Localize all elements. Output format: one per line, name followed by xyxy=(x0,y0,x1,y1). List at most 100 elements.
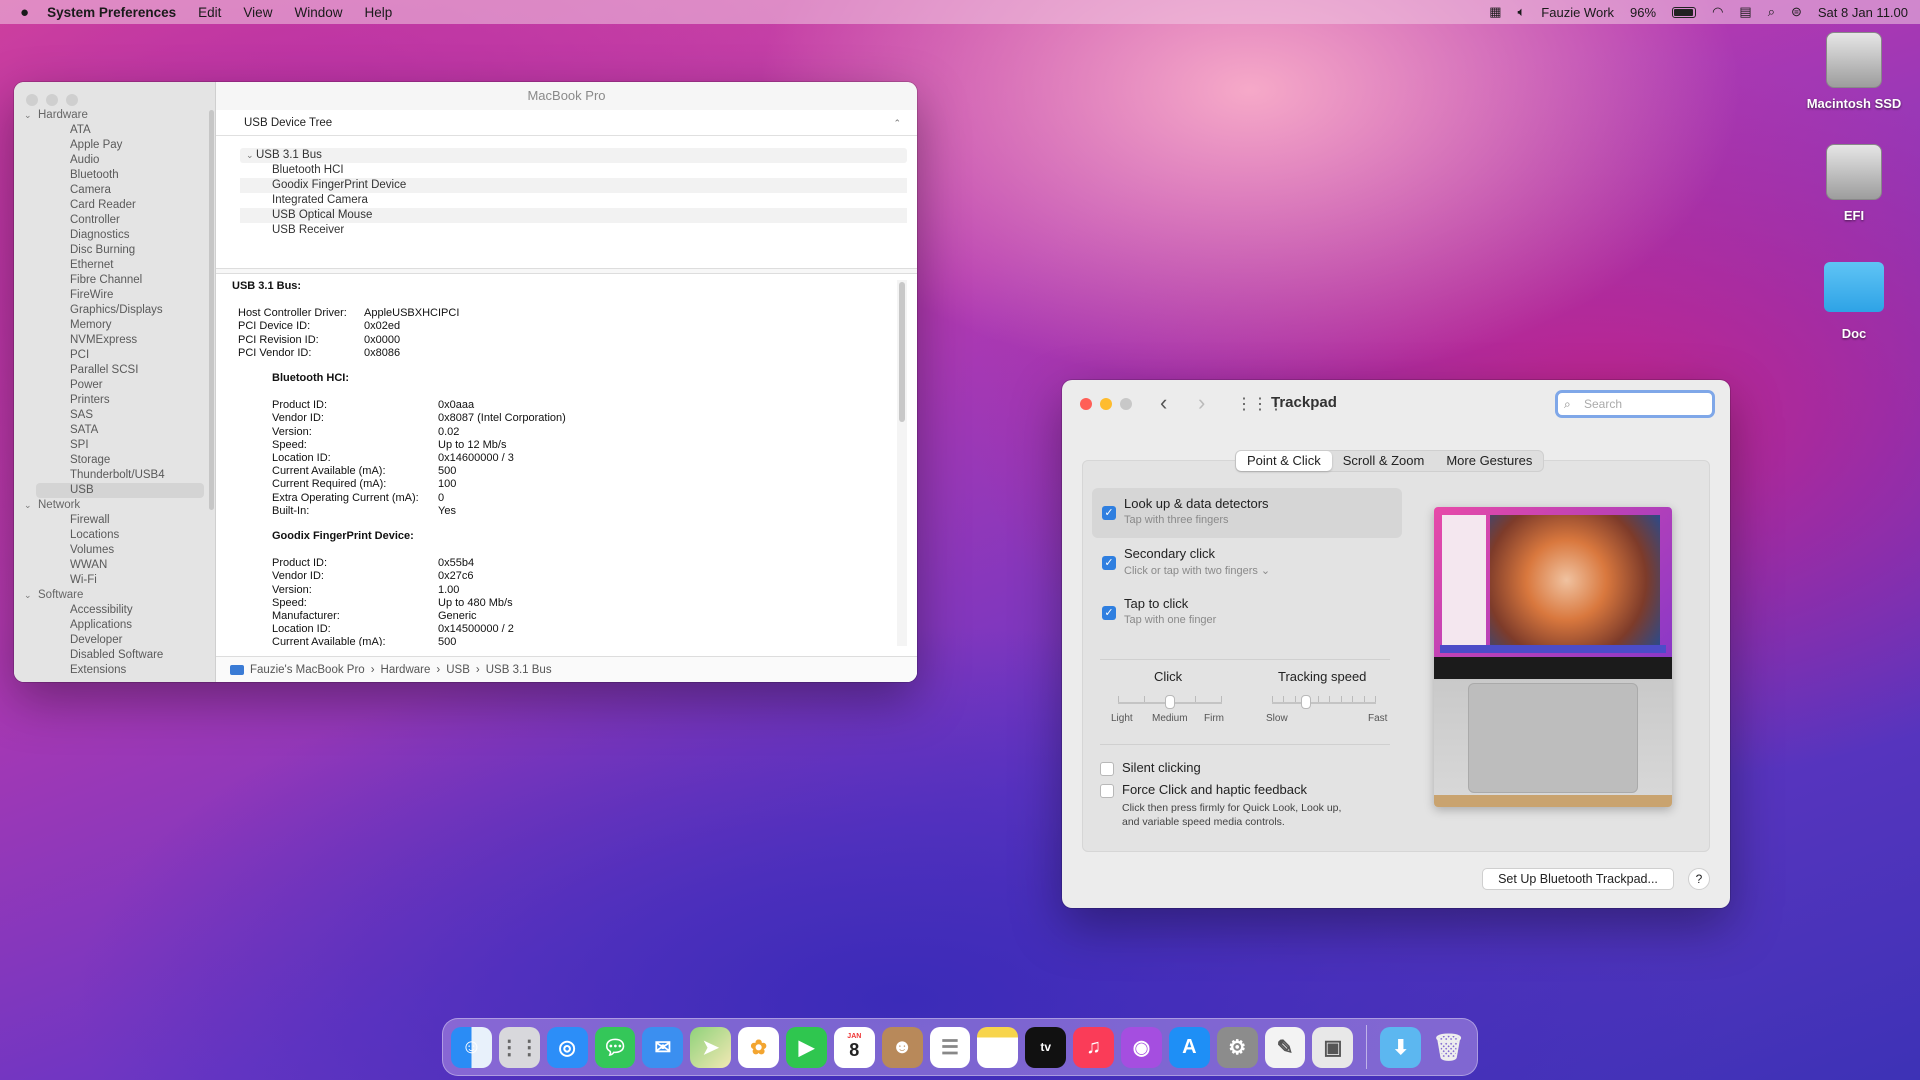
sidebar-item-storage[interactable]: Storage xyxy=(24,453,204,468)
path-item[interactable]: USB 3.1 Bus xyxy=(486,657,552,683)
zoom-button[interactable] xyxy=(1120,398,1132,410)
sidebar-group-software[interactable]: ⌄ Software xyxy=(24,588,204,603)
option-tap-to-click[interactable]: ✓ Tap to click Tap with one finger xyxy=(1092,588,1402,638)
usb-device-row[interactable]: Bluetooth HCI xyxy=(240,163,907,178)
reminders-icon[interactable]: ☰ xyxy=(929,1026,971,1068)
sidebar-item-thunderbolt-usb4[interactable]: Thunderbolt/USB4 xyxy=(24,468,204,483)
tab-more-gestures[interactable]: More Gestures xyxy=(1435,451,1543,471)
option-subtitle[interactable]: Click or tap with two fingers ⌄ xyxy=(1124,564,1270,577)
sidebar-item-disabled-software[interactable]: Disabled Software xyxy=(24,648,204,663)
sidebar-item-ata[interactable]: ATA xyxy=(24,123,204,138)
sidebar-item-controller[interactable]: Controller xyxy=(24,213,204,228)
chevron-down-icon[interactable]: ⌄ xyxy=(24,108,34,123)
sidebar-item-apple-pay[interactable]: Apple Pay xyxy=(24,138,204,153)
spotlight-icon[interactable]: ⌕ xyxy=(1768,4,1775,20)
control-center-icon[interactable]: ⊜ xyxy=(1791,4,1802,20)
sidebar-item-ethernet[interactable]: Ethernet xyxy=(24,258,204,273)
datetime[interactable]: Sat 8 Jan 11.00 xyxy=(1818,5,1908,20)
activity-monitor-icon[interactable]: ▦ xyxy=(1489,4,1501,20)
sidebar-item-fibre-channel[interactable]: Fibre Channel xyxy=(24,273,204,288)
sidebar-item-firewire[interactable]: FireWire xyxy=(24,288,204,303)
usb-tree-header[interactable]: USB Device Tree ⌃ xyxy=(216,110,917,136)
details-scrollbar[interactable] xyxy=(899,282,905,422)
usb-device-row[interactable]: USB Optical Mouse xyxy=(240,208,907,223)
minimize-button[interactable] xyxy=(46,94,58,106)
sidebar-item-disc-burning[interactable]: Disc Burning xyxy=(24,243,204,258)
help-button[interactable]: ? xyxy=(1688,868,1710,890)
notes-icon[interactable] xyxy=(977,1026,1019,1068)
desktop-icon-efi[interactable]: EFI xyxy=(1806,144,1902,223)
usb-device-row[interactable]: USB Receiver xyxy=(240,223,907,238)
downloads-folder-icon[interactable]: ⬇ xyxy=(1380,1026,1422,1068)
sidebar-item-diagnostics[interactable]: Diagnostics xyxy=(24,228,204,243)
contacts-icon[interactable]: ☻ xyxy=(881,1026,923,1068)
sidebar-scrollbar[interactable] xyxy=(209,110,214,510)
flag-icon[interactable]: ▤ xyxy=(1739,4,1751,20)
facetime-icon[interactable]: ▶ xyxy=(786,1026,827,1068)
sidebar-item-nvmexpress[interactable]: NVMExpress xyxy=(24,333,204,348)
menu-edit[interactable]: Edit xyxy=(198,5,221,20)
sidebar-item-memory[interactable]: Memory xyxy=(24,318,204,333)
user-name[interactable]: Fauzie Work xyxy=(1541,5,1614,20)
battery-icon[interactable] xyxy=(1672,6,1697,18)
sidebar-item-parallel-scsi[interactable]: Parallel SCSI xyxy=(24,363,204,378)
desktop-icon-doc[interactable]: Doc xyxy=(1806,262,1902,341)
sidebar-item-sata[interactable]: SATA xyxy=(24,423,204,438)
sidebar-item-wi-fi[interactable]: Wi-Fi xyxy=(24,573,204,588)
path-item[interactable]: USB xyxy=(446,657,470,683)
chevron-down-icon[interactable]: ⌄ xyxy=(24,498,34,513)
sidebar-item-accessibility[interactable]: Accessibility xyxy=(24,603,204,618)
apple-tv-icon[interactable]: tv xyxy=(1025,1026,1067,1068)
usb-device-row[interactable]: Integrated Camera xyxy=(240,193,907,208)
forward-icon[interactable]: › xyxy=(1198,390,1205,416)
apple-icon[interactable]: ● xyxy=(20,4,29,21)
music-icon[interactable]: ♫ xyxy=(1073,1026,1115,1068)
tab-scroll-zoom[interactable]: Scroll & Zoom xyxy=(1332,451,1436,471)
usb-bus-row[interactable]: ⌄ USB 3.1 Bus xyxy=(240,148,907,163)
chevron-down-icon[interactable]: ⌄ xyxy=(246,148,256,163)
mail-icon[interactable]: ✉ xyxy=(642,1026,684,1068)
usb-device-row[interactable]: Goodix FingerPrint Device xyxy=(240,178,907,193)
sidebar-item-locations[interactable]: Locations xyxy=(24,528,204,543)
close-button[interactable] xyxy=(26,94,38,106)
sidebar-item-audio[interactable]: Audio xyxy=(24,153,204,168)
battery-percent[interactable]: 96% xyxy=(1630,5,1656,20)
sidebar-item-pci[interactable]: PCI xyxy=(24,348,204,363)
tracking-slider-knob[interactable] xyxy=(1301,695,1312,709)
checkbox-checked[interactable]: ✓ xyxy=(1102,556,1116,570)
sidebar-item-card-reader[interactable]: Card Reader xyxy=(24,198,204,213)
setup-bluetooth-trackpad-button[interactable]: Set Up Bluetooth Trackpad... xyxy=(1482,868,1674,890)
finder-icon[interactable]: ☺ xyxy=(451,1026,492,1068)
path-item[interactable]: Fauzie's MacBook Pro xyxy=(250,657,365,683)
checkbox-checked[interactable]: ✓ xyxy=(1102,506,1116,520)
silent-clicking-checkbox[interactable] xyxy=(1100,762,1114,776)
menu-view[interactable]: View xyxy=(243,5,272,20)
split-divider[interactable] xyxy=(216,268,917,274)
sidebar-item-extensions[interactable]: Extensions xyxy=(24,663,204,678)
maps-icon[interactable]: ➤ xyxy=(690,1026,732,1068)
wifi-icon[interactable]: ◠ xyxy=(1712,4,1723,20)
sidebar-item-bluetooth[interactable]: Bluetooth xyxy=(24,168,204,183)
chevron-up-icon[interactable]: ⌃ xyxy=(893,110,901,136)
desktop-icon-macintosh-ssd[interactable]: Macintosh SSD xyxy=(1806,32,1902,111)
option-look-up[interactable]: ✓ Look up & data detectors Tap with thre… xyxy=(1092,488,1402,538)
system-preferences-icon[interactable]: ⚙ xyxy=(1216,1026,1258,1068)
calendar-icon[interactable]: JAN 8 xyxy=(833,1026,875,1068)
photos-icon[interactable]: ✿ xyxy=(738,1026,780,1068)
menu-app-name[interactable]: System Preferences xyxy=(47,5,176,20)
sidebar-item-wwan[interactable]: WWAN xyxy=(24,558,204,573)
tab-point-click[interactable]: Point & Click xyxy=(1236,451,1332,471)
search-input[interactable]: ⌕ Search xyxy=(1555,390,1715,418)
checkbox-checked[interactable]: ✓ xyxy=(1102,606,1116,620)
safari-icon[interactable]: ◎ xyxy=(546,1026,588,1068)
sidebar-item-developer[interactable]: Developer xyxy=(24,633,204,648)
sidebar-group-network[interactable]: ⌄ Network xyxy=(24,498,204,513)
back-icon[interactable]: ‹ xyxy=(1160,390,1167,416)
launchpad-icon[interactable]: ⋮⋮ xyxy=(498,1026,540,1068)
sidebar-item-sas[interactable]: SAS xyxy=(24,408,204,423)
app-store-icon[interactable]: A xyxy=(1168,1026,1210,1068)
menu-help[interactable]: Help xyxy=(364,5,392,20)
sidebar-item-applications[interactable]: Applications xyxy=(24,618,204,633)
click-slider-knob[interactable] xyxy=(1165,695,1175,709)
sidebar-item-volumes[interactable]: Volumes xyxy=(24,543,204,558)
